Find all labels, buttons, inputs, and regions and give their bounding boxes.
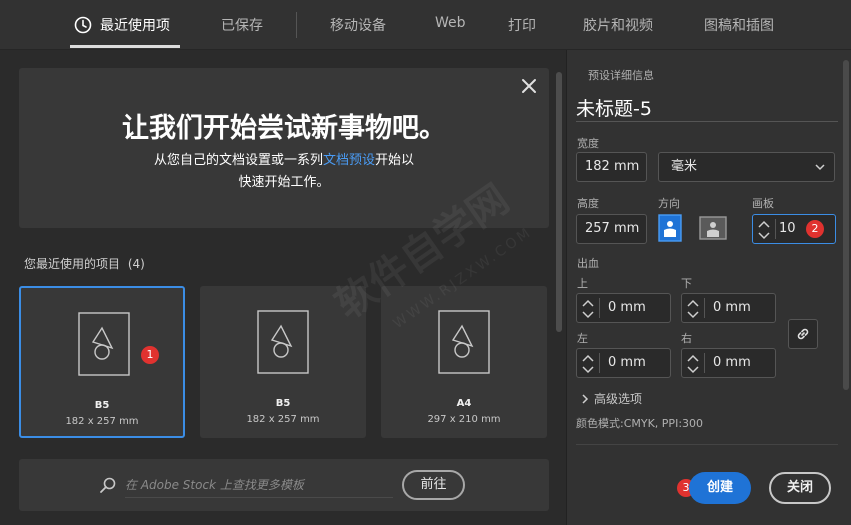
bleed-label: 出血 [577,257,599,270]
width-input[interactable]: 182 mm [576,152,647,182]
panel-divider [576,444,838,445]
link-bleed-button[interactable] [788,319,818,349]
artboards-value: 10 [779,221,796,236]
chevron-down-icon [815,164,825,171]
scrollbar-thumb[interactable] [843,60,849,390]
document-thumbnail-icon [438,310,490,374]
bleed-top-stepper[interactable]: 0 mm [576,293,671,323]
bleed-top-label: 上 [577,277,588,290]
spinner-arrows-icon[interactable] [757,218,771,242]
left-scrollbar[interactable] [556,72,562,492]
bleed-bottom-stepper[interactable]: 0 mm [681,293,776,323]
item-name: B5 [275,398,291,409]
item-name: B5 [94,400,110,411]
banner-title: 让我们开始尝试新事物吧。 [122,113,446,144]
annotation-badge: 1 [141,346,159,364]
recent-item[interactable]: A4 297 x 210 mm [381,286,547,438]
presets-link[interactable]: 文档预设 [323,153,375,168]
clock-icon [74,16,92,34]
bleed-left-label: 左 [577,332,588,345]
advanced-options-label: 高级选项 [594,392,643,406]
bleed-right-label: 右 [681,332,692,345]
top-tab-bar: 最近使用项 已保存 移动设备 Web 打印 胶片和视频 图稿和插图 [0,0,851,50]
stepper-divider [599,353,600,373]
right-scrollbar[interactable] [843,60,849,460]
bleed-right-value: 0 mm [713,355,751,370]
stock-search-input[interactable] [125,472,393,498]
section-title: 预设详细信息 [588,69,654,82]
tab-recent[interactable]: 最近使用项 [100,15,170,35]
banner-text: 从您自己的文档设置或一系列 [153,153,323,168]
color-mode-info: 颜色模式:CMYK, PPI:300 [576,417,704,430]
orientation-label: 方向 [658,197,680,210]
document-name-field[interactable]: 未标题-5 [576,94,652,121]
item-dimensions: 182 x 257 mm [65,416,139,427]
tab-art-illustration[interactable]: 图稿和插图 [704,15,774,35]
close-button[interactable]: 关闭 [769,472,831,504]
portrait-orientation-icon[interactable] [658,214,682,242]
height-label: 高度 [577,197,599,210]
document-thumbnail-icon [78,312,130,376]
item-name: A4 [456,398,472,409]
spinner-arrows-icon[interactable] [581,297,595,321]
document-name-underline [576,121,838,122]
tab-saved[interactable]: 已保存 [221,15,263,35]
banner-subtitle: 从您自己的文档设置或一系列文档预设开始以 快速开始工作。 [19,150,549,194]
active-tab-indicator [70,45,180,48]
stock-search-bar: 前往 [19,459,549,511]
tab-divider [296,12,297,38]
search-icon [100,477,116,493]
recent-count: (4) [127,257,145,271]
bleed-top-value: 0 mm [608,300,646,315]
tab-print[interactable]: 打印 [508,15,536,35]
recent-item[interactable]: B5 182 x 257 mm [200,286,366,438]
landscape-orientation-icon[interactable] [699,214,727,242]
spinner-arrows-icon[interactable] [686,352,700,376]
banner-text: 快速开始工作。 [238,175,330,190]
spinner-arrows-icon[interactable] [686,297,700,321]
recent-heading: 您最近使用的项目 (4) [24,255,145,272]
stepper-divider [704,298,705,318]
width-label: 宽度 [577,137,599,150]
document-thumbnail-icon [257,310,309,374]
bleed-bottom-value: 0 mm [713,300,751,315]
scrollbar-thumb[interactable] [556,72,562,332]
item-dimensions: 182 x 257 mm [246,414,320,425]
spinner-arrows-icon[interactable] [581,352,595,376]
height-input[interactable]: 257 mm [576,214,647,244]
bleed-bottom-label: 下 [681,277,692,290]
create-button[interactable]: 创建 [689,472,751,504]
bleed-left-value: 0 mm [608,355,646,370]
item-dimensions: 297 x 210 mm [427,414,501,425]
bleed-left-stepper[interactable]: 0 mm [576,348,671,378]
annotation-badge: 2 [806,220,824,238]
artboards-label: 画板 [752,197,774,210]
preset-details-panel: 预设详细信息 未标题-5 宽度 182 mm 毫米 高度 257 mm 方向 画… [566,50,851,525]
tab-web[interactable]: Web [435,15,466,31]
go-button[interactable]: 前往 [402,470,465,500]
advanced-options-toggle[interactable]: 高级选项 [580,390,642,407]
left-panel: 让我们开始尝试新事物吧。 从您自己的文档设置或一系列文档预设开始以 快速开始工作… [0,50,566,525]
stepper-divider [704,353,705,373]
chevron-right-icon [582,394,589,404]
banner-text: 开始以 [375,153,415,168]
recent-heading-label: 您最近使用的项目 [24,257,121,271]
units-value: 毫米 [671,159,698,174]
welcome-banner: 让我们开始尝试新事物吧。 从您自己的文档设置或一系列文档预设开始以 快速开始工作… [19,68,549,228]
stepper-divider [775,219,776,239]
artboards-stepper[interactable]: 10 2 [752,214,836,244]
tab-film-video[interactable]: 胶片和视频 [583,15,653,35]
stepper-divider [599,298,600,318]
recent-item[interactable]: B5 182 x 257 mm 1 [19,286,185,438]
bleed-right-stepper[interactable]: 0 mm [681,348,776,378]
link-icon [797,328,809,340]
close-icon[interactable] [521,78,537,94]
tab-mobile[interactable]: 移动设备 [330,15,386,35]
units-dropdown[interactable]: 毫米 [658,152,835,182]
